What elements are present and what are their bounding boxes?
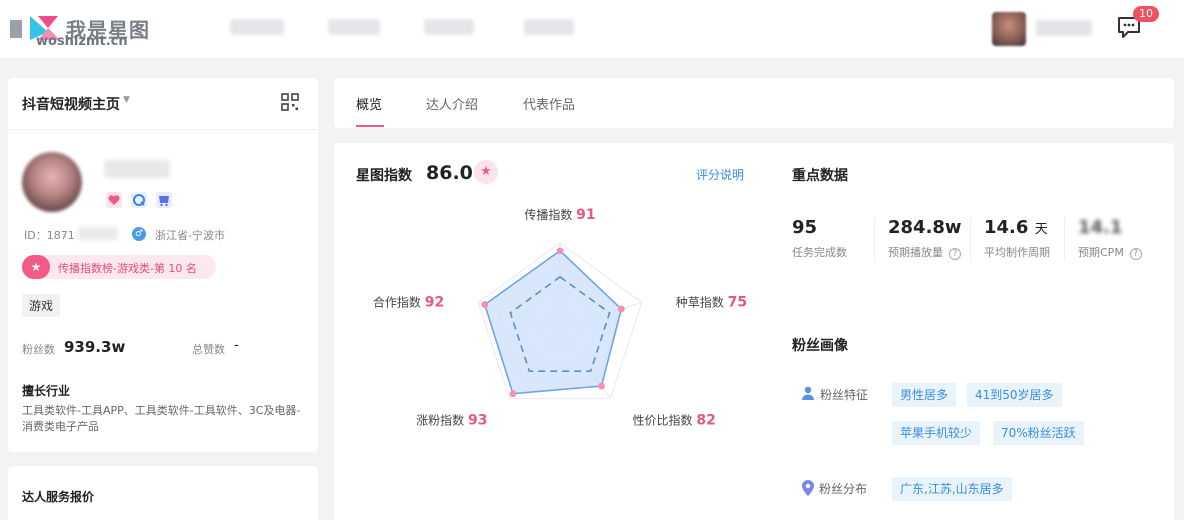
radar-point bbox=[598, 382, 605, 390]
nav-item-blurred-2[interactable] bbox=[328, 19, 380, 35]
stat-unit: 天 bbox=[1034, 222, 1048, 237]
rank-badge[interactable]: ★ 传播指数榜-游戏类-第 10 名 bbox=[22, 255, 216, 279]
divider bbox=[970, 217, 971, 261]
star-icon: ★ bbox=[22, 255, 50, 279]
stat-label: 任务完成数 bbox=[792, 246, 847, 259]
stat-label: 预期CPM bbox=[1078, 246, 1124, 259]
active-tab-indicator bbox=[356, 125, 384, 127]
radar-point bbox=[509, 390, 517, 398]
score-explanation-link[interactable]: 评分说明 bbox=[696, 166, 744, 183]
qr-code-icon[interactable] bbox=[280, 92, 300, 112]
stat-value-row: 14.6 天 bbox=[984, 217, 1050, 238]
fans-value: 939.3w bbox=[64, 338, 126, 356]
stat-label: 平均制作周期 bbox=[984, 246, 1050, 259]
profile-card: 抖音短视频主页 ▼ ID：1871 ♂ 浙江省-宁波市 ★ 传播指数榜-游戏类-… bbox=[8, 78, 318, 452]
radar-chart: 传播指数 91 种草指数 75 性价比指数 82 涨粉指数 93 合作指数 92 bbox=[373, 207, 747, 429]
location-pin-icon bbox=[802, 480, 814, 496]
tab-introduction[interactable]: 达人介绍 bbox=[426, 94, 478, 113]
fans-distribution-chip: 广东,江苏,山东居多 bbox=[892, 477, 1012, 501]
help-icon[interactable]: ? bbox=[949, 248, 961, 260]
help-icon[interactable]: ? bbox=[1129, 248, 1142, 260]
stat-value: 284.8w bbox=[888, 217, 962, 238]
likes-label: 总赞数 bbox=[192, 343, 225, 356]
fans-feature-chip: 41到50岁居多 bbox=[967, 383, 1062, 407]
stat-expected-cpm: 14.1 预期CPM? bbox=[1078, 217, 1142, 260]
user-name-blurred[interactable] bbox=[1036, 20, 1092, 36]
male-icon: ♂ bbox=[132, 227, 146, 241]
score-title: 星图指数 bbox=[356, 168, 412, 184]
category-tag: 游戏 bbox=[22, 294, 61, 317]
radar-axis-label: 合作指数 92 bbox=[373, 294, 444, 310]
tab-bar: 概览 达人介绍 代表作品 bbox=[334, 78, 1174, 128]
radar-point bbox=[617, 305, 625, 313]
stat-expected-plays: 284.8w 预期播放量? bbox=[888, 217, 962, 260]
user-avatar[interactable] bbox=[992, 12, 1026, 46]
key-data-title: 重点数据 bbox=[792, 168, 848, 184]
brand-logo[interactable]: 我是星图 woshizmt.cn bbox=[8, 10, 158, 50]
tab-overview[interactable]: 概览 bbox=[356, 94, 382, 113]
fans-distribution-label: 粉丝分布 bbox=[819, 482, 868, 496]
profile-card-header: 抖音短视频主页 ▼ bbox=[8, 78, 318, 130]
radar-point bbox=[556, 247, 564, 255]
likes-value: - bbox=[234, 338, 239, 353]
creator-name-blurred bbox=[104, 160, 170, 178]
overview-panel: 星图指数 86.0 ★ 评分说明 传播指数 91 种草指数 75 性价比指数 82 涨… bbox=[334, 143, 1174, 520]
nav-item-blurred-4[interactable] bbox=[524, 19, 574, 35]
service-price-card: 达人服务报价 bbox=[8, 466, 318, 520]
caret-down-icon[interactable]: ▼ bbox=[123, 95, 130, 105]
creator-avatar bbox=[22, 152, 82, 212]
message-count-badge: 10 bbox=[1133, 6, 1159, 22]
brand-url: woshizmt.cn bbox=[36, 34, 128, 49]
tab-works[interactable]: 代表作品 bbox=[523, 94, 575, 113]
shop-badge-icon bbox=[156, 192, 172, 208]
rank-text: 传播指数榜-游戏类-第 10 名 bbox=[58, 262, 197, 275]
stat-label-row: 预期CPM? bbox=[1078, 244, 1142, 260]
quality-badge-icon bbox=[131, 192, 147, 208]
fans-label: 粉丝数 bbox=[22, 343, 55, 356]
fans-feature-chip: 男性居多 bbox=[892, 383, 957, 407]
heart-badge-icon bbox=[106, 192, 122, 208]
divider bbox=[874, 217, 875, 261]
service-price-title: 达人服务报价 bbox=[22, 490, 95, 504]
stat-label-row: 预期播放量? bbox=[888, 244, 962, 260]
fans-feature-chip: 苹果手机较少 bbox=[892, 421, 981, 445]
radar-point bbox=[481, 301, 489, 308]
creator-id: ID：1871 bbox=[24, 229, 75, 242]
stat-value: 95 bbox=[792, 217, 818, 238]
page-selector[interactable]: 抖音短视频主页 bbox=[22, 94, 120, 114]
fans-profile-title: 粉丝画像 bbox=[792, 338, 848, 354]
score-value: 86.0 bbox=[426, 162, 473, 184]
industry-title: 擅长行业 bbox=[22, 384, 71, 398]
radar-axis-label: 种草指数 75 bbox=[676, 294, 747, 310]
creator-location: 浙江省-宁波市 bbox=[155, 229, 225, 242]
top-nav: 我是星图 woshizmt.cn 10 bbox=[0, 0, 1184, 58]
creator-id-blurred bbox=[78, 227, 118, 240]
fans-features-label: 粉丝特征 bbox=[820, 388, 869, 402]
radar-axis-label: 性价比指数 82 bbox=[633, 413, 716, 429]
star-icon: ★ bbox=[474, 160, 498, 184]
user-icon bbox=[802, 386, 814, 400]
industry-text: 工具类软件-工具APP、工具类软件-工具软件、3C及电器-消费类电子产品 bbox=[22, 404, 301, 433]
nav-item-blurred-3[interactable] bbox=[424, 19, 474, 35]
fans-feature-chip: 70%粉丝活跃 bbox=[993, 421, 1084, 445]
nav-item-blurred-1[interactable] bbox=[230, 19, 284, 35]
stat-tasks: 95 任务完成数 bbox=[792, 217, 847, 260]
stat-label: 预期播放量 bbox=[888, 246, 943, 259]
radar-axis-label: 涨粉指数 93 bbox=[416, 413, 487, 429]
stat-value: 14.1 bbox=[1078, 217, 1123, 238]
divider bbox=[1064, 217, 1065, 261]
stat-production-cycle: 14.6 天 平均制作周期 bbox=[984, 217, 1050, 260]
stat-value: 14.6 bbox=[984, 217, 1029, 238]
radar-axis-label: 传播指数 91 bbox=[524, 207, 595, 223]
